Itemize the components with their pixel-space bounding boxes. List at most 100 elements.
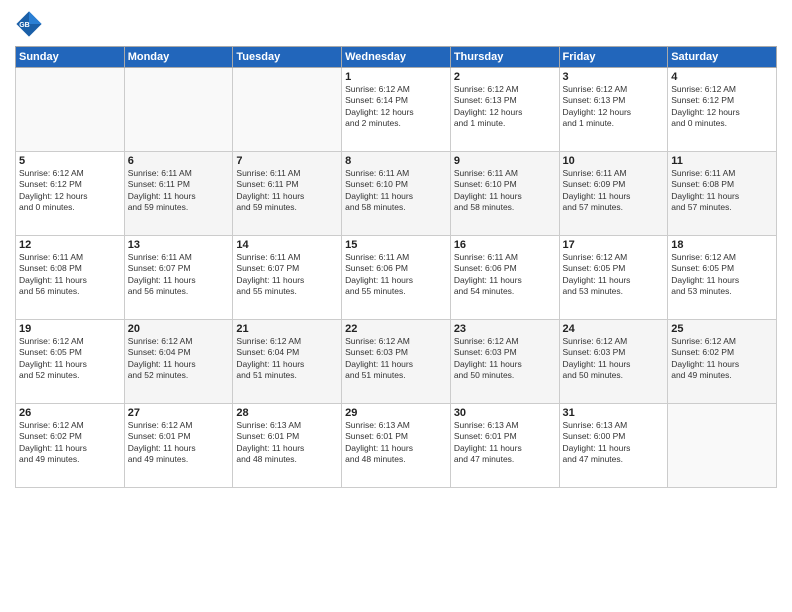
day-cell: 19Sunrise: 6:12 AM Sunset: 6:05 PM Dayli… [16,320,125,404]
week-row-0: 1Sunrise: 6:12 AM Sunset: 6:14 PM Daylig… [16,68,777,152]
day-info: Sunrise: 6:12 AM Sunset: 6:03 PM Dayligh… [563,336,665,382]
day-info: Sunrise: 6:11 AM Sunset: 6:07 PM Dayligh… [128,252,230,298]
week-row-4: 26Sunrise: 6:12 AM Sunset: 6:02 PM Dayli… [16,404,777,488]
day-number: 25 [671,323,773,335]
day-cell [233,68,342,152]
day-cell: 21Sunrise: 6:12 AM Sunset: 6:04 PM Dayli… [233,320,342,404]
day-number: 27 [128,407,230,419]
day-info: Sunrise: 6:12 AM Sunset: 6:13 PM Dayligh… [563,84,665,130]
day-info: Sunrise: 6:11 AM Sunset: 6:10 PM Dayligh… [454,168,556,214]
page: GB SundayMondayTuesdayWednesdayThursdayF… [0,0,792,612]
day-cell: 8Sunrise: 6:11 AM Sunset: 6:10 PM Daylig… [342,152,451,236]
day-cell: 15Sunrise: 6:11 AM Sunset: 6:06 PM Dayli… [342,236,451,320]
weekday-header-sunday: Sunday [16,47,125,68]
day-info: Sunrise: 6:12 AM Sunset: 6:05 PM Dayligh… [563,252,665,298]
week-row-3: 19Sunrise: 6:12 AM Sunset: 6:05 PM Dayli… [16,320,777,404]
day-info: Sunrise: 6:12 AM Sunset: 6:12 PM Dayligh… [19,168,121,214]
day-cell: 3Sunrise: 6:12 AM Sunset: 6:13 PM Daylig… [559,68,668,152]
day-number: 5 [19,155,121,167]
day-info: Sunrise: 6:12 AM Sunset: 6:14 PM Dayligh… [345,84,447,130]
day-number: 6 [128,155,230,167]
weekday-header-row: SundayMondayTuesdayWednesdayThursdayFrid… [16,47,777,68]
weekday-header-friday: Friday [559,47,668,68]
day-info: Sunrise: 6:12 AM Sunset: 6:05 PM Dayligh… [19,336,121,382]
day-number: 31 [563,407,665,419]
day-number: 20 [128,323,230,335]
day-info: Sunrise: 6:12 AM Sunset: 6:01 PM Dayligh… [128,420,230,466]
day-number: 10 [563,155,665,167]
week-row-2: 12Sunrise: 6:11 AM Sunset: 6:08 PM Dayli… [16,236,777,320]
day-info: Sunrise: 6:11 AM Sunset: 6:06 PM Dayligh… [454,252,556,298]
day-info: Sunrise: 6:12 AM Sunset: 6:02 PM Dayligh… [19,420,121,466]
day-cell: 13Sunrise: 6:11 AM Sunset: 6:07 PM Dayli… [124,236,233,320]
day-cell: 7Sunrise: 6:11 AM Sunset: 6:11 PM Daylig… [233,152,342,236]
day-number: 9 [454,155,556,167]
day-info: Sunrise: 6:12 AM Sunset: 6:03 PM Dayligh… [454,336,556,382]
day-number: 26 [19,407,121,419]
day-number: 11 [671,155,773,167]
day-info: Sunrise: 6:13 AM Sunset: 6:01 PM Dayligh… [345,420,447,466]
day-info: Sunrise: 6:12 AM Sunset: 6:05 PM Dayligh… [671,252,773,298]
day-cell: 6Sunrise: 6:11 AM Sunset: 6:11 PM Daylig… [124,152,233,236]
day-number: 24 [563,323,665,335]
day-number: 29 [345,407,447,419]
day-cell: 31Sunrise: 6:13 AM Sunset: 6:00 PM Dayli… [559,404,668,488]
day-number: 28 [236,407,338,419]
day-info: Sunrise: 6:13 AM Sunset: 6:00 PM Dayligh… [563,420,665,466]
day-info: Sunrise: 6:13 AM Sunset: 6:01 PM Dayligh… [454,420,556,466]
day-number: 7 [236,155,338,167]
day-cell: 17Sunrise: 6:12 AM Sunset: 6:05 PM Dayli… [559,236,668,320]
calendar: SundayMondayTuesdayWednesdayThursdayFrid… [15,46,777,488]
day-number: 1 [345,71,447,83]
day-info: Sunrise: 6:11 AM Sunset: 6:06 PM Dayligh… [345,252,447,298]
day-info: Sunrise: 6:11 AM Sunset: 6:08 PM Dayligh… [19,252,121,298]
day-number: 3 [563,71,665,83]
header: GB [15,10,777,38]
svg-text:GB: GB [19,22,30,29]
day-number: 30 [454,407,556,419]
day-cell: 18Sunrise: 6:12 AM Sunset: 6:05 PM Dayli… [668,236,777,320]
day-number: 12 [19,239,121,251]
day-cell: 12Sunrise: 6:11 AM Sunset: 6:08 PM Dayli… [16,236,125,320]
week-row-1: 5Sunrise: 6:12 AM Sunset: 6:12 PM Daylig… [16,152,777,236]
day-number: 4 [671,71,773,83]
day-cell: 20Sunrise: 6:12 AM Sunset: 6:04 PM Dayli… [124,320,233,404]
day-info: Sunrise: 6:13 AM Sunset: 6:01 PM Dayligh… [236,420,338,466]
day-info: Sunrise: 6:12 AM Sunset: 6:13 PM Dayligh… [454,84,556,130]
day-info: Sunrise: 6:12 AM Sunset: 6:03 PM Dayligh… [345,336,447,382]
day-cell: 22Sunrise: 6:12 AM Sunset: 6:03 PM Dayli… [342,320,451,404]
weekday-header-saturday: Saturday [668,47,777,68]
day-number: 19 [19,323,121,335]
day-cell: 11Sunrise: 6:11 AM Sunset: 6:08 PM Dayli… [668,152,777,236]
day-number: 21 [236,323,338,335]
day-cell: 2Sunrise: 6:12 AM Sunset: 6:13 PM Daylig… [450,68,559,152]
day-info: Sunrise: 6:11 AM Sunset: 6:11 PM Dayligh… [128,168,230,214]
day-cell: 26Sunrise: 6:12 AM Sunset: 6:02 PM Dayli… [16,404,125,488]
day-cell: 23Sunrise: 6:12 AM Sunset: 6:03 PM Dayli… [450,320,559,404]
day-number: 15 [345,239,447,251]
day-info: Sunrise: 6:12 AM Sunset: 6:02 PM Dayligh… [671,336,773,382]
day-cell: 10Sunrise: 6:11 AM Sunset: 6:09 PM Dayli… [559,152,668,236]
day-number: 8 [345,155,447,167]
day-cell: 5Sunrise: 6:12 AM Sunset: 6:12 PM Daylig… [16,152,125,236]
day-number: 2 [454,71,556,83]
day-info: Sunrise: 6:11 AM Sunset: 6:08 PM Dayligh… [671,168,773,214]
logo-icon: GB [15,10,43,38]
day-number: 18 [671,239,773,251]
day-cell [16,68,125,152]
day-info: Sunrise: 6:11 AM Sunset: 6:09 PM Dayligh… [563,168,665,214]
day-number: 23 [454,323,556,335]
day-cell: 25Sunrise: 6:12 AM Sunset: 6:02 PM Dayli… [668,320,777,404]
weekday-header-tuesday: Tuesday [233,47,342,68]
day-cell: 9Sunrise: 6:11 AM Sunset: 6:10 PM Daylig… [450,152,559,236]
logo: GB [15,10,45,38]
day-number: 14 [236,239,338,251]
day-cell: 24Sunrise: 6:12 AM Sunset: 6:03 PM Dayli… [559,320,668,404]
day-number: 16 [454,239,556,251]
day-cell: 14Sunrise: 6:11 AM Sunset: 6:07 PM Dayli… [233,236,342,320]
day-info: Sunrise: 6:11 AM Sunset: 6:10 PM Dayligh… [345,168,447,214]
day-info: Sunrise: 6:11 AM Sunset: 6:11 PM Dayligh… [236,168,338,214]
day-info: Sunrise: 6:12 AM Sunset: 6:04 PM Dayligh… [236,336,338,382]
day-cell: 1Sunrise: 6:12 AM Sunset: 6:14 PM Daylig… [342,68,451,152]
day-cell [668,404,777,488]
